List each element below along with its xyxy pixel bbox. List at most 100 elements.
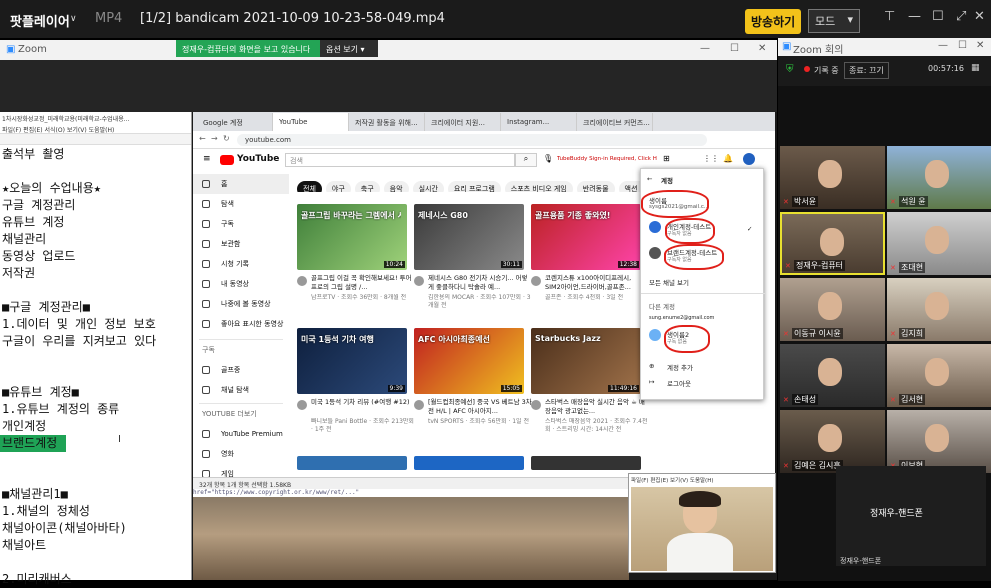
browser-tab[interactable]: YouTube bbox=[273, 113, 349, 131]
participant-tile[interactable]: ✕ 김예은 김시훈 bbox=[780, 410, 885, 473]
back-icon[interactable]: ← bbox=[199, 134, 206, 143]
fullscreen-icon[interactable]: ⤢ bbox=[956, 9, 966, 24]
notepad-line: ■구글 계정관리■ bbox=[2, 300, 90, 314]
close-icon[interactable]: ✕ bbox=[976, 40, 984, 51]
minimize-icon[interactable]: — bbox=[908, 9, 921, 24]
filter-chip[interactable]: 음악 bbox=[383, 181, 409, 192]
maximize-icon[interactable]: ☐ bbox=[932, 9, 944, 24]
channel-avatar[interactable] bbox=[414, 400, 424, 410]
video-thumbnail[interactable]: 제네시스 G80 30:11 bbox=[414, 204, 524, 270]
view-options-button[interactable]: 옵션 보기 ▾ bbox=[320, 40, 378, 57]
back-icon[interactable]: ← bbox=[647, 175, 652, 183]
all-channels-link[interactable]: 모든 채널 보기 bbox=[649, 277, 689, 287]
participant-tile[interactable]: ✕ 박서윤 bbox=[780, 146, 885, 209]
channel-avatar[interactable] bbox=[414, 276, 424, 286]
teacher-menu[interactable]: 파일(F) 편집(E) 보기(V) 도움말(H) bbox=[629, 474, 775, 485]
browser-tab[interactable]: Google 계정 bbox=[197, 113, 273, 131]
maximize-icon[interactable]: ☐ bbox=[730, 43, 739, 54]
close-icon[interactable]: ✕ bbox=[758, 43, 766, 54]
participant-tile[interactable]: ✕ 조대현 bbox=[887, 212, 991, 275]
search-input[interactable]: 검색 bbox=[285, 153, 515, 167]
channel-avatar[interactable] bbox=[297, 276, 307, 286]
broadcast-button[interactable]: 방송하기 bbox=[745, 9, 802, 34]
maximize-icon[interactable]: ☐ bbox=[958, 40, 967, 51]
notepad-menu[interactable]: 파일(F) 편집(E) 서식(O) 보기(V) 도움말(H) bbox=[0, 123, 191, 134]
sidebar-item[interactable]: 채널 탐색 bbox=[193, 380, 289, 400]
participant-tile[interactable]: ✕이보현 bbox=[887, 410, 991, 473]
notepad-text-area[interactable]: 출석부 촬영 ★오늘의 수업내용★ 구글 계정관리 유튜브 계정 채널관리 동영상 업로드… bbox=[0, 145, 191, 588]
video-title[interactable]: 미국 1등석 기차 리뷰 (#여행 #12) bbox=[311, 398, 415, 416]
pin-icon[interactable]: ⊤ bbox=[884, 9, 895, 24]
participant-tile[interactable]: ✕ 석원 윤 bbox=[887, 146, 991, 209]
filter-chip[interactable]: 요리 프로그램 bbox=[447, 181, 501, 192]
sidebar-item[interactable]: 내 동영상 bbox=[193, 274, 289, 294]
video-thumbnail[interactable]: AFC 아시아최종예선 15:05 bbox=[414, 328, 524, 394]
filter-chip[interactable]: 스포츠 비디오 게임 bbox=[504, 181, 573, 192]
sidebar-item[interactable]: 영화 bbox=[193, 444, 289, 464]
channel-avatar[interactable] bbox=[531, 276, 541, 286]
video-thumbnail[interactable]: Starbucks Jazz 11:49:16 bbox=[531, 328, 641, 394]
player-app-name[interactable]: 팟플레이어 bbox=[10, 11, 70, 30]
chevron-down-icon[interactable]: ∨ bbox=[70, 14, 77, 24]
video-thumbnail[interactable] bbox=[297, 456, 407, 470]
mic-icon[interactable]: 🎙 bbox=[543, 154, 553, 163]
add-account-link[interactable]: 계정 추가 bbox=[667, 362, 693, 372]
filter-chip[interactable]: 반려동물 bbox=[576, 181, 615, 192]
bell-icon[interactable]: 🔔 bbox=[723, 154, 733, 163]
sidebar-item[interactable]: 나중에 볼 동영상 bbox=[193, 294, 289, 314]
reload-icon[interactable]: ↻ bbox=[223, 134, 230, 143]
search-icon[interactable]: ⌕ bbox=[515, 153, 537, 167]
channel-avatar[interactable] bbox=[531, 400, 541, 410]
end-recording-button[interactable]: 종료: 끄기 bbox=[844, 62, 889, 79]
avatar[interactable] bbox=[743, 153, 755, 165]
video-title[interactable]: 제네시스 G80 전기차 시승기... 어렇게 좋클하다니 탁솔라 예... bbox=[428, 274, 532, 292]
sidebar-item[interactable]: 좋아요 표시한 동영상 bbox=[193, 314, 289, 334]
browser-tab[interactable]: 크리에이티브 커먼즈... bbox=[577, 113, 653, 131]
sidebar-item[interactable]: 골프중 bbox=[193, 360, 289, 380]
forward-icon[interactable]: → bbox=[211, 134, 218, 143]
participant-tile[interactable]: ✕ 김서현 bbox=[887, 344, 991, 407]
video-thumbnail[interactable] bbox=[531, 456, 641, 470]
browser-tab[interactable]: 크리에이터 지원... bbox=[425, 113, 501, 131]
browser-tab[interactable]: Instagram... bbox=[501, 113, 577, 131]
logout-link[interactable]: 로그아웃 bbox=[667, 378, 691, 388]
video-thumbnail[interactable]: 골프그립 바꾸라는 그렘에서 시작합니다 10:24 bbox=[297, 204, 407, 270]
zoom-icon: ▣ bbox=[6, 44, 16, 55]
mode-dropdown[interactable]: 모드 ▾ bbox=[808, 9, 860, 33]
gallery-view-icon[interactable]: ▦ bbox=[971, 63, 980, 73]
filter-chip[interactable]: 실시간 bbox=[412, 181, 444, 192]
sidebar-item[interactable]: YouTube Premium bbox=[193, 424, 289, 444]
close-icon[interactable]: ✕ bbox=[974, 9, 985, 24]
video-title[interactable]: [월드컵최종예선] 중국 VS 베트남 3차전 H/L | AFC 아시아지..… bbox=[428, 398, 532, 416]
shield-icon[interactable]: ⛨ bbox=[786, 64, 794, 75]
filter-chip[interactable]: 전체 bbox=[297, 181, 322, 192]
minimize-icon[interactable]: — bbox=[938, 40, 948, 51]
participant-tile[interactable]: ✕ 김지희 bbox=[887, 278, 991, 341]
create-icon[interactable]: ⊞ bbox=[663, 154, 670, 163]
youtube-logo-icon[interactable] bbox=[220, 155, 234, 165]
menu-icon[interactable]: ≡ bbox=[203, 154, 211, 164]
apps-icon[interactable]: ⋮⋮ bbox=[703, 154, 719, 163]
url-field[interactable]: youtube.com bbox=[237, 134, 707, 146]
browser-tab[interactable]: 저작권 활동을 위해... bbox=[349, 113, 425, 131]
tubebuddy-notice[interactable]: TubeBuddy Sign-in Required, Click Here bbox=[557, 156, 657, 162]
participant-tile[interactable]: ✕ 정재우-컴퓨터 bbox=[780, 212, 885, 275]
video-thumbnail[interactable] bbox=[414, 456, 524, 470]
minimize-icon[interactable]: — bbox=[700, 43, 710, 54]
video-thumbnail[interactable]: 미국 1등석 기차 여행 9:39 bbox=[297, 328, 407, 394]
participant-tile[interactable]: ✕ 이동규 이시윤 bbox=[780, 278, 885, 341]
video-thumbnail[interactable]: 골프용품 기종 좋와였! 12:38 bbox=[531, 204, 641, 270]
video-title[interactable]: 골프그립 이걸 꼭 확인해보세요! 투어프로의 그립 설명 /... bbox=[311, 274, 415, 292]
participant-face bbox=[925, 226, 949, 254]
participant-tile[interactable]: ✕ 손태성 bbox=[780, 344, 885, 407]
sidebar-item[interactable]: 홈 bbox=[193, 174, 289, 194]
sidebar-item[interactable]: 구독 bbox=[193, 214, 289, 234]
filter-chip[interactable]: 축구 bbox=[354, 181, 380, 192]
sidebar-item[interactable]: 시청 기록 bbox=[193, 254, 289, 274]
video-title[interactable]: 스타벅스 매장음악 실시간 음악 ☕ 매장음악 광고없는... bbox=[545, 398, 649, 416]
filter-chip[interactable]: 야구 bbox=[325, 181, 351, 192]
sidebar-item[interactable]: 보관함 bbox=[193, 234, 289, 254]
video-title[interactable]: 코렌지스튜 x100아이디프레시, SIM2아이언,드라이버,골프존... bbox=[545, 274, 649, 292]
sidebar-item[interactable]: 탐색 bbox=[193, 194, 289, 214]
channel-avatar[interactable] bbox=[297, 400, 307, 410]
